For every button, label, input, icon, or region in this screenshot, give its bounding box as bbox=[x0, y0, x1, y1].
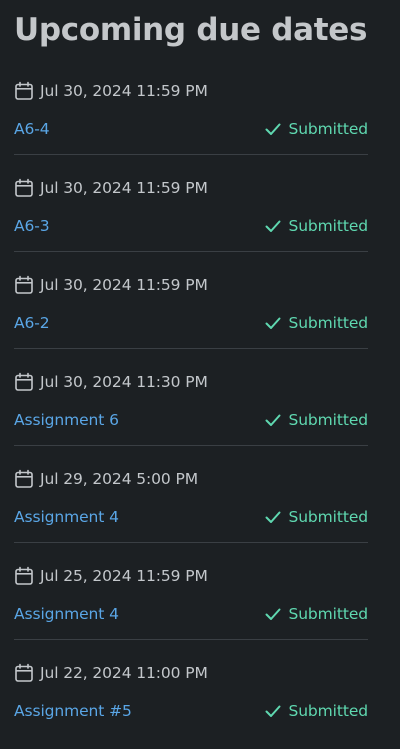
due-date-text: Jul 30, 2024 11:59 PM bbox=[40, 82, 208, 100]
submission-status: Submitted bbox=[264, 217, 368, 235]
due-date-item: Jul 22, 2024 11:00 PM Assignment #5 Subm… bbox=[14, 640, 368, 737]
due-date-text: Jul 30, 2024 11:59 PM bbox=[40, 276, 208, 294]
calendar-icon bbox=[14, 663, 34, 683]
due-date-text: Jul 29, 2024 5:00 PM bbox=[40, 470, 199, 488]
checkmark-icon bbox=[264, 411, 282, 429]
status-label: Submitted bbox=[288, 314, 368, 332]
assignment-row: Assignment 4 Submitted bbox=[14, 603, 368, 625]
submission-status: Submitted bbox=[264, 411, 368, 429]
assignment-row: A6-3 Submitted bbox=[14, 215, 368, 237]
checkmark-icon bbox=[264, 508, 282, 526]
submission-status: Submitted bbox=[264, 508, 368, 526]
due-date-item: Jul 30, 2024 11:59 PM A6-4 Submitted bbox=[14, 58, 368, 155]
due-dates-list: Jul 30, 2024 11:59 PM A6-4 Submitted Jul… bbox=[14, 58, 368, 737]
due-date-item: Jul 30, 2024 11:59 PM A6-2 Submitted bbox=[14, 252, 368, 349]
assignment-row: A6-2 Submitted bbox=[14, 312, 368, 334]
status-label: Submitted bbox=[288, 702, 368, 720]
checkmark-icon bbox=[264, 120, 282, 138]
assignment-link[interactable]: A6-2 bbox=[14, 314, 50, 332]
submission-status: Submitted bbox=[264, 120, 368, 138]
assignment-link[interactable]: Assignment 4 bbox=[14, 508, 119, 526]
due-date-row: Jul 25, 2024 11:59 PM bbox=[14, 565, 208, 587]
submission-status: Submitted bbox=[264, 702, 368, 720]
assignment-link[interactable]: Assignment 6 bbox=[14, 411, 119, 429]
assignment-row: Assignment 4 Submitted bbox=[14, 506, 368, 528]
status-label: Submitted bbox=[288, 120, 368, 138]
due-date-item: Jul 25, 2024 11:59 PM Assignment 4 Submi… bbox=[14, 543, 368, 640]
due-date-row: Jul 30, 2024 11:30 PM bbox=[14, 371, 208, 393]
due-date-text: Jul 30, 2024 11:59 PM bbox=[40, 179, 208, 197]
assignment-row: A6-4 Submitted bbox=[14, 118, 368, 140]
due-date-text: Jul 25, 2024 11:59 PM bbox=[40, 567, 208, 585]
status-label: Submitted bbox=[288, 508, 368, 526]
status-label: Submitted bbox=[288, 411, 368, 429]
assignment-link[interactable]: A6-4 bbox=[14, 120, 50, 138]
calendar-icon bbox=[14, 469, 34, 489]
due-date-row: Jul 29, 2024 5:00 PM bbox=[14, 468, 198, 490]
checkmark-icon bbox=[264, 702, 282, 720]
panel-title: Upcoming due dates bbox=[14, 12, 368, 48]
due-date-item: Jul 30, 2024 11:30 PM Assignment 6 Submi… bbox=[14, 349, 368, 446]
due-date-row: Jul 30, 2024 11:59 PM bbox=[14, 80, 208, 102]
due-date-item: Jul 29, 2024 5:00 PM Assignment 4 Submit… bbox=[14, 446, 368, 543]
due-date-text: Jul 30, 2024 11:30 PM bbox=[40, 373, 208, 391]
due-date-row: Jul 30, 2024 11:59 PM bbox=[14, 274, 208, 296]
due-date-text: Jul 22, 2024 11:00 PM bbox=[40, 664, 208, 682]
assignment-link[interactable]: A6-3 bbox=[14, 217, 50, 235]
checkmark-icon bbox=[264, 605, 282, 623]
calendar-icon bbox=[14, 372, 34, 392]
status-label: Submitted bbox=[288, 217, 368, 235]
assignment-link[interactable]: Assignment #5 bbox=[14, 702, 132, 720]
assignment-row: Assignment 6 Submitted bbox=[14, 409, 368, 431]
submission-status: Submitted bbox=[264, 314, 368, 332]
status-label: Submitted bbox=[288, 605, 368, 623]
upcoming-due-dates-panel: Upcoming due dates Jul 30, 2024 11:59 PM… bbox=[0, 0, 400, 749]
calendar-icon bbox=[14, 566, 34, 586]
due-date-item: Jul 30, 2024 11:59 PM A6-3 Submitted bbox=[14, 155, 368, 252]
due-date-row: Jul 30, 2024 11:59 PM bbox=[14, 177, 208, 199]
calendar-icon bbox=[14, 178, 34, 198]
assignment-link[interactable]: Assignment 4 bbox=[14, 605, 119, 623]
calendar-icon bbox=[14, 275, 34, 295]
due-date-row: Jul 22, 2024 11:00 PM bbox=[14, 662, 208, 684]
calendar-icon bbox=[14, 81, 34, 101]
checkmark-icon bbox=[264, 217, 282, 235]
assignment-row: Assignment #5 Submitted bbox=[14, 700, 368, 722]
checkmark-icon bbox=[264, 314, 282, 332]
submission-status: Submitted bbox=[264, 605, 368, 623]
